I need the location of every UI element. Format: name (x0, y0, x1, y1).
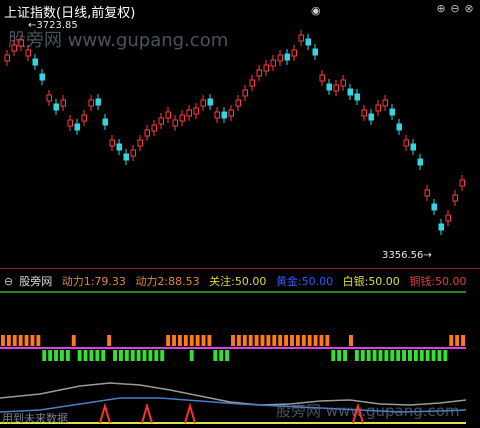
green-signal-bar (89, 350, 94, 361)
green-signal-bar (384, 350, 389, 361)
green-signal-bar (343, 350, 348, 361)
orange-signal-bar (307, 335, 312, 346)
orange-signal-bar (236, 335, 241, 346)
green-signal-bar (219, 350, 224, 361)
orange-signal-bar (107, 335, 112, 346)
orange-signal-bar (201, 335, 206, 346)
green-signal-bar (101, 350, 106, 361)
green-signal-bar (142, 350, 147, 361)
green-signal-bar (148, 350, 153, 361)
orange-signal-bar (325, 335, 330, 346)
orange-signal-bar (71, 335, 76, 346)
footer-note: 用到未来数据 (2, 412, 68, 425)
orange-signal-bar (449, 335, 454, 346)
green-signal-bar (354, 350, 359, 361)
green-signal-bar (113, 350, 117, 361)
orange-signal-bar (1, 335, 5, 346)
orange-signal-bar (319, 335, 324, 346)
green-signal-bar (124, 350, 129, 361)
green-signal-bar (378, 350, 383, 361)
orange-signal-bar (242, 335, 247, 346)
green-signal-bar (42, 350, 47, 361)
orange-signal-bar (177, 335, 182, 346)
orange-signal-bar (254, 335, 259, 346)
green-signal-bar (130, 350, 135, 361)
green-signal-bar (366, 350, 371, 361)
green-signal-bar (59, 350, 64, 361)
orange-signal-bar (455, 335, 460, 346)
green-signal-bar (390, 350, 395, 361)
green-signal-bar (443, 350, 448, 361)
green-signal-bar (437, 350, 442, 361)
green-signal-bar (431, 350, 436, 361)
orange-signal-bar (295, 335, 300, 346)
green-signal-bar (65, 350, 70, 361)
green-signal-bar (372, 350, 377, 361)
orange-signal-bar (301, 335, 306, 346)
orange-signal-bar (30, 335, 35, 346)
orange-signal-bar (189, 335, 194, 346)
green-signal-bar (136, 350, 141, 361)
green-signal-bar (189, 350, 194, 361)
orange-signal-bar (36, 335, 41, 346)
orange-signal-bar (313, 335, 318, 346)
green-signal-bar (213, 350, 218, 361)
orange-signal-bar (278, 335, 283, 346)
green-signal-bar (83, 350, 88, 361)
orange-signal-bar (207, 335, 212, 346)
green-signal-bar (54, 350, 58, 361)
green-signal-bar (337, 350, 342, 361)
green-signal-bar (419, 350, 424, 361)
orange-signal-bar (18, 335, 23, 346)
green-signal-bar (396, 350, 401, 361)
indicator-chart[interactable] (0, 0, 480, 428)
green-signal-bar (360, 350, 365, 361)
green-signal-bar (408, 350, 412, 361)
orange-signal-bar (172, 335, 176, 346)
green-signal-bar (331, 350, 336, 361)
orange-signal-bar (260, 335, 265, 346)
orange-signal-bar (461, 335, 465, 346)
green-signal-bar (402, 350, 407, 361)
orange-signal-bar (195, 335, 200, 346)
orange-signal-bar (248, 335, 253, 346)
green-signal-bar (95, 350, 100, 361)
green-signal-bar (77, 350, 82, 361)
orange-signal-bar (266, 335, 271, 346)
orange-signal-bar (24, 335, 29, 346)
green-signal-bar (225, 350, 230, 361)
orange-signal-bar (183, 335, 188, 346)
orange-signal-bar (349, 335, 353, 346)
orange-signal-bar (6, 335, 11, 346)
green-signal-bar (154, 350, 159, 361)
spike-signal (99, 402, 111, 424)
green-signal-bar (413, 350, 418, 361)
green-signal-bar (160, 350, 165, 361)
spike-signal (184, 402, 196, 424)
green-signal-bar (48, 350, 53, 361)
orange-signal-bar (12, 335, 17, 346)
orange-signal-bar (284, 335, 289, 346)
indicator-gray-line (0, 382, 467, 406)
spike-signal (352, 402, 364, 424)
green-signal-bar (118, 350, 123, 361)
spike-signal (141, 402, 153, 424)
orange-signal-bar (290, 335, 294, 346)
orange-signal-bar (272, 335, 277, 346)
orange-signal-bar (231, 335, 235, 346)
green-signal-bar (425, 350, 430, 361)
orange-signal-bar (166, 335, 171, 346)
